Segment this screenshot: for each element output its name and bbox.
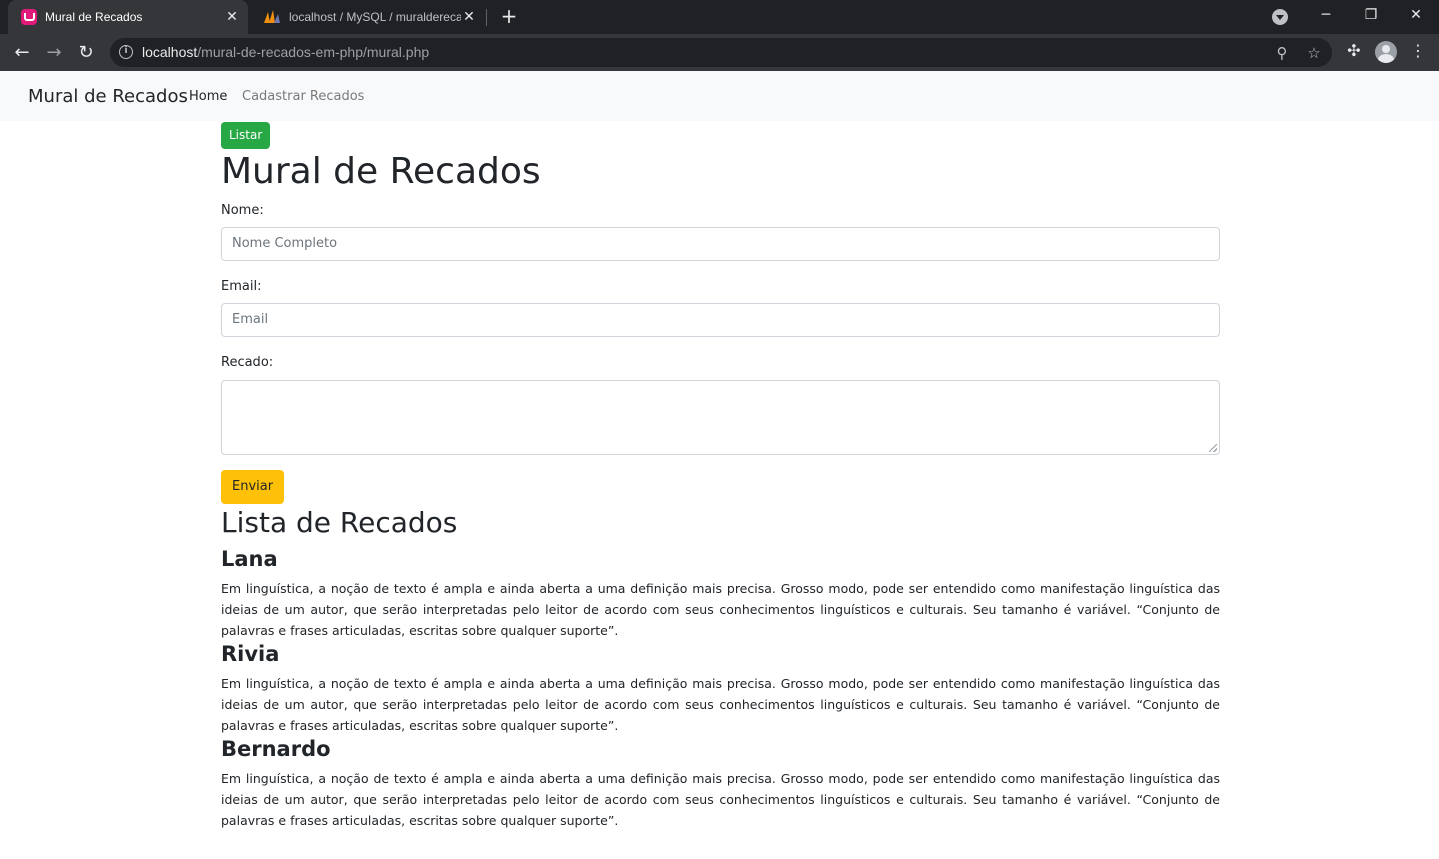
tab-title: localhost / MySQL / muralderecados: [289, 10, 461, 24]
bookmark-star-icon[interactable]: ☆: [1304, 43, 1324, 63]
menu-kebab-icon[interactable]: ⋮: [1407, 40, 1429, 62]
recado-text: Em linguística, a noção de texto é ampla…: [221, 676, 1220, 733]
address-bar[interactable]: i localhost/mural-de-recados-em-php/mura…: [110, 38, 1332, 67]
page-title: Mural de Recados: [221, 151, 541, 192]
info-icon[interactable]: i: [119, 45, 133, 59]
tab-title: Mural de Recados: [45, 10, 143, 24]
forward-arrow-icon[interactable]: →: [41, 39, 67, 65]
navbar-brand[interactable]: Mural de Recados: [28, 86, 188, 107]
listar-button[interactable]: Listar: [221, 122, 271, 149]
extensions-puzzle-icon[interactable]: ✣: [1343, 40, 1365, 62]
browser-tab-phpmyadmin[interactable]: localhost / MySQL / muralderecados ✕: [250, 0, 485, 34]
tab-separator: [486, 9, 487, 26]
name-label: Nome:: [221, 203, 264, 218]
close-icon[interactable]: ✕: [224, 9, 240, 25]
browser-tab-strip: Mural de Recados ✕ localhost / MySQL / m…: [0, 0, 1439, 34]
minimize-icon[interactable]: ─: [1303, 0, 1349, 30]
restore-icon[interactable]: ❐: [1348, 0, 1394, 30]
back-arrow-icon[interactable]: ←: [9, 39, 35, 65]
recado-text: Em linguística, a noção de texto é ampla…: [221, 771, 1220, 828]
recado-author: Rivia: [221, 642, 280, 666]
nav-link-cadastrar-recados[interactable]: Cadastrar Recados: [242, 89, 364, 104]
recado-author: Bernardo: [221, 737, 331, 761]
message-textarea[interactable]: [221, 380, 1220, 455]
site-navbar: Mural de Recados Home Cadastrar Recados: [0, 71, 1439, 121]
profile-avatar-icon[interactable]: [1375, 41, 1397, 63]
browser-toolbar: ← → ↻ i localhost/mural-de-recados-em-ph…: [0, 34, 1439, 71]
phpmyadmin-favicon-icon: [263, 9, 281, 25]
resize-handle-icon[interactable]: [1209, 444, 1217, 452]
enviar-button[interactable]: Enviar: [221, 470, 285, 504]
recado-author: Lana: [221, 547, 278, 571]
email-label: Email:: [221, 279, 262, 294]
tab-search-icon[interactable]: [1272, 9, 1288, 25]
message-label: Recado:: [221, 355, 274, 370]
new-tab-plus-icon[interactable]: +: [498, 6, 520, 28]
mural-favicon-icon: [21, 9, 37, 25]
close-icon[interactable]: ✕: [461, 9, 477, 25]
list-title: Lista de Recados: [221, 506, 458, 539]
zoom-icon[interactable]: ⚲: [1272, 43, 1292, 63]
email-input[interactable]: Email: [221, 303, 1220, 337]
window-close-icon[interactable]: ✕: [1393, 0, 1439, 30]
recado-text: Em linguística, a noção de texto é ampla…: [221, 581, 1220, 638]
nav-link-home[interactable]: Home: [189, 89, 227, 104]
url-text: localhost/mural-de-recados-em-php/mural.…: [142, 44, 430, 60]
browser-tab-mural[interactable]: Mural de Recados ✕: [8, 0, 248, 34]
name-input[interactable]: Nome Completo: [221, 227, 1220, 261]
reload-icon[interactable]: ↻: [73, 39, 99, 65]
